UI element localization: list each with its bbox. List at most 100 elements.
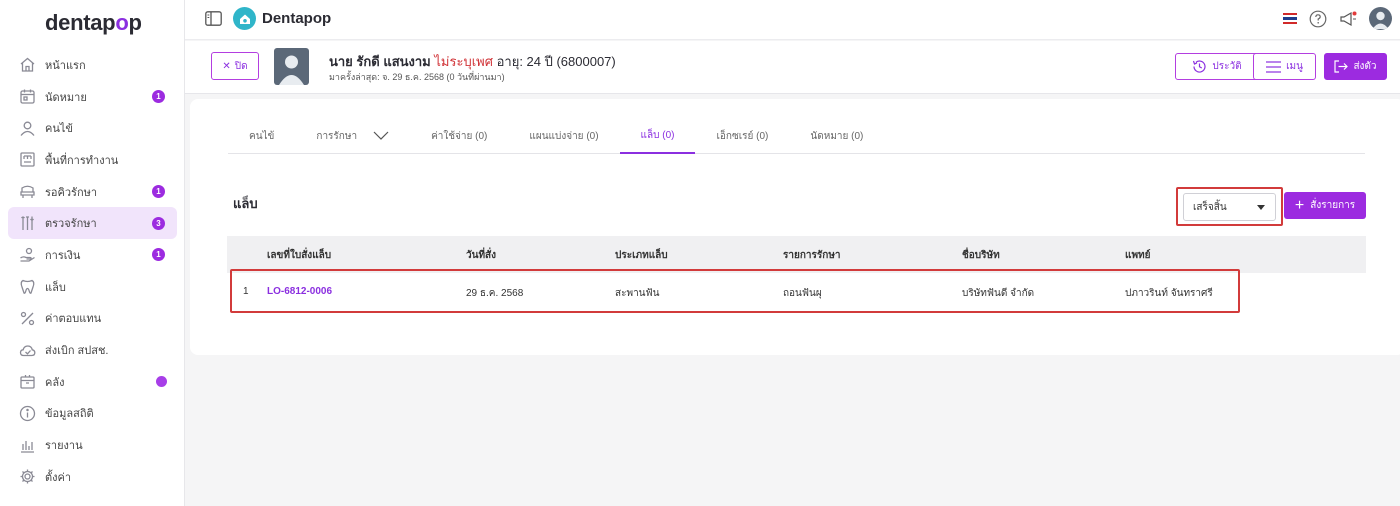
sidebar-item[interactable]: นัดหมาย 1 <box>8 81 177 113</box>
sidebar-item[interactable]: ค่าตอบแทน <box>8 303 177 335</box>
tab[interactable]: เอ็กซเรย์ (0) <box>695 119 789 154</box>
top-bar: Dentapop <box>185 0 1400 40</box>
tab-label: แผนแบ่งจ่าย (0) <box>529 131 599 142</box>
patient-avatar <box>274 48 309 85</box>
tab-label: คนไข้ <box>249 131 275 142</box>
order-button[interactable]: + สั่งรายการ <box>1284 192 1366 219</box>
sidebar-item-label: พื้นที่การทำงาน <box>45 154 119 167</box>
patient-age-id: อายุ: 24 ปี (6800007) <box>496 54 616 69</box>
sidebar-item[interactable]: รอคิวรักษา 1 <box>8 176 177 208</box>
sidebar-item[interactable]: คนไข้ <box>8 112 177 144</box>
tab[interactable]: แล็บ (0) <box>619 119 696 154</box>
patient-header: ✕ ปิด นาย รักดี แสนงาม ไม่ระบุเพศ อายุ: 2… <box>185 41 1400 94</box>
column-header[interactable]: รายการรักษา <box>783 248 841 263</box>
sidebar-item-label: ค่าตอบแทน <box>45 313 102 326</box>
plus-icon: + <box>1294 196 1305 214</box>
sidebar-item-label: ตรวจรักษา <box>45 218 97 231</box>
menu-button[interactable]: เมนู <box>1253 53 1316 80</box>
sidebar-item-label: ส่งเบิก สปสช. <box>45 345 109 358</box>
waiting-chair-icon <box>18 183 36 201</box>
tab-label: นัดหมาย (0) <box>810 131 864 142</box>
sidebar-item[interactable]: หน้าแรก <box>8 49 177 81</box>
info-icon <box>18 404 36 422</box>
cloud-icon <box>18 341 36 359</box>
sidebar-item[interactable]: รายงาน <box>8 429 177 461</box>
gear-icon <box>18 468 36 486</box>
history-icon <box>1193 60 1206 73</box>
table-header: เลขที่ใบสั่งแล็บ วันที่สั่ง ประเภทแล็บ ร… <box>227 236 1366 273</box>
close-icon: ✕ <box>222 60 231 72</box>
tab-label: การรักษา <box>316 131 358 142</box>
tab-label: เอ็กซเรย์ (0) <box>716 131 769 142</box>
sidebar-item-label: รายงาน <box>45 440 83 453</box>
sidebar-item[interactable]: ส่งเบิก สปสช. <box>8 334 177 366</box>
section-title: แล็บ <box>233 196 258 211</box>
count-badge: 1 <box>152 90 165 104</box>
send-out-icon <box>1334 60 1349 73</box>
app-name: Dentapop <box>262 10 332 27</box>
sidebar-item-label: คลัง <box>45 376 65 389</box>
panel-toggle-icon[interactable] <box>205 11 222 26</box>
send-button[interactable]: ส่งตัว <box>1324 53 1387 80</box>
sidebar-item[interactable]: ตรวจรักษา 3 <box>8 207 177 240</box>
sidebar-item-label: ข้อมูลสถิติ <box>45 408 94 421</box>
tooth-icon <box>18 278 36 296</box>
sidebar-item[interactable]: พื้นที่การทำงาน <box>8 144 177 176</box>
hamburger-icon <box>1266 60 1282 73</box>
sidebar-item[interactable]: คลัง <box>8 366 177 398</box>
app-logo-icon <box>233 7 256 30</box>
workspace-icon <box>18 151 36 169</box>
sidebar-item-label: คนไข้ <box>45 123 73 136</box>
patient-gender: ไม่ระบุเพศ <box>434 54 493 69</box>
chevron-down-icon <box>373 131 389 143</box>
patient-tabs: คนไข้ การรักษา ค่าใช้จ่าย (0) แผนแบ่งจ่าย (… <box>228 119 1365 154</box>
sidebar-item[interactable]: แล็บ <box>8 271 177 303</box>
user-avatar[interactable] <box>1369 7 1392 30</box>
person-icon <box>18 119 36 137</box>
report-icon <box>18 436 36 454</box>
payment-icon <box>18 246 36 264</box>
inventory-icon <box>18 373 36 391</box>
close-button[interactable]: ✕ ปิด <box>211 52 259 80</box>
help-icon[interactable] <box>1309 10 1327 28</box>
sidebar-item-label: นัดหมาย <box>45 91 87 104</box>
tab[interactable]: นัดหมาย (0) <box>789 119 884 154</box>
sidebar-item-label: การเงิน <box>45 249 81 262</box>
highlight-box-status <box>1176 187 1283 226</box>
column-header[interactable]: ชื่อบริษัท <box>962 248 1000 263</box>
sidebar: dentapop หน้าแรกนัดหมาย 1 คนไข้พื้นที่การท… <box>0 0 185 506</box>
megaphone-icon[interactable] <box>1339 10 1357 28</box>
tab-label: แล็บ (0) <box>640 130 675 141</box>
tab[interactable]: คนไข้ <box>228 119 295 154</box>
lab-card: คนไข้ การรักษา ค่าใช้จ่าย (0) แผนแบ่งจ่าย (… <box>190 99 1400 355</box>
count-badge: 3 <box>152 216 165 230</box>
sidebar-item-label: แล็บ <box>45 281 66 294</box>
count-badge: 1 <box>152 185 165 199</box>
calendar-icon <box>18 88 36 106</box>
tab[interactable]: แผนแบ่งจ่าย (0) <box>508 119 619 154</box>
last-visit: มาครั้งล่าสุด: จ. 29 ธ.ค. 2568 (0 วันที่… <box>329 72 505 82</box>
notification-dot <box>156 376 167 388</box>
home-icon <box>18 56 36 74</box>
percent-icon <box>18 309 36 327</box>
sidebar-item-label: หน้าแรก <box>45 59 86 72</box>
column-header[interactable]: วันที่สั่ง <box>466 248 496 263</box>
column-header[interactable]: ประเภทแล็บ <box>615 248 668 263</box>
column-header[interactable]: เลขที่ใบสั่งแล็บ <box>267 248 331 263</box>
count-badge: 1 <box>152 248 165 262</box>
highlight-box-row <box>230 269 1240 313</box>
sidebar-item[interactable]: ข้อมูลสถิติ <box>8 398 177 430</box>
patient-name-line: นาย รักดี แสนงาม ไม่ระบุเพศ อายุ: 24 ปี … <box>329 51 616 72</box>
dentapop-logo[interactable]: dentapop <box>45 10 142 36</box>
column-header[interactable]: แพทย์ <box>1125 248 1151 263</box>
sidebar-nav: หน้าแรกนัดหมาย 1 คนไข้พื้นที่การทำงานรอคิว… <box>8 49 177 493</box>
tab-label: ค่าใช้จ่าย (0) <box>431 131 488 142</box>
sidebar-item[interactable]: การเงิน 1 <box>8 239 177 271</box>
tab[interactable]: ค่าใช้จ่าย (0) <box>410 119 508 154</box>
tab[interactable]: การรักษา <box>295 119 410 154</box>
sidebar-item[interactable]: ตั้งค่า <box>8 461 177 493</box>
thai-flag-icon[interactable] <box>1283 13 1297 24</box>
sidebar-item-label: รอคิวรักษา <box>45 186 98 199</box>
history-button[interactable]: ประวัติ <box>1175 53 1259 80</box>
patient-name: นาย รักดี แสนงาม <box>329 54 431 69</box>
